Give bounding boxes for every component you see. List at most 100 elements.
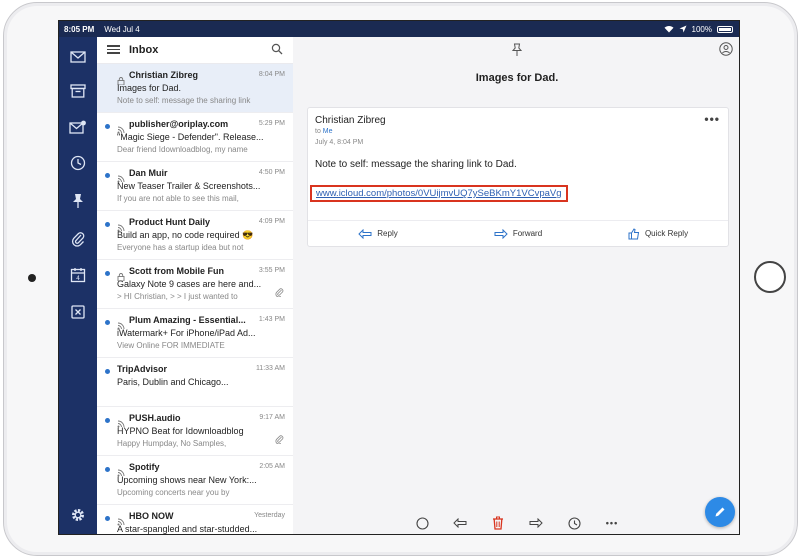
camera xyxy=(28,274,36,282)
compose-button[interactable] xyxy=(705,497,735,527)
list-item-subject: Images for Dad. xyxy=(117,83,182,93)
unread-mail-icon[interactable] xyxy=(68,117,88,137)
reply-icon xyxy=(453,518,467,528)
snooze-button[interactable] xyxy=(566,515,582,531)
clock-icon xyxy=(567,516,581,530)
more-icon[interactable]: ••• xyxy=(704,112,720,126)
list-item-preview: Happy Humpday, No Samples, xyxy=(117,439,227,448)
list-item-sender: Dan Muir xyxy=(129,168,168,178)
settings-icon[interactable] xyxy=(68,505,88,525)
list-item-time: 4:50 PM xyxy=(258,169,285,176)
list-item[interactable]: Scott from Mobile Fun 3:55 PM Galaxy Note … xyxy=(97,260,293,309)
list-item[interactable]: TripAdvisor 11:33 AM Paris, Dublin and Chi… xyxy=(97,358,293,407)
forward-button[interactable]: Forward xyxy=(448,221,588,246)
calendar-icon[interactable]: 4 xyxy=(68,265,88,285)
unread-dot xyxy=(105,173,110,178)
message-body: Note to self: message the sharing link t… xyxy=(315,159,517,170)
mark-read-button[interactable] xyxy=(414,515,430,531)
list-item[interactable]: Plum Amazing - Essential... 1:43 PM iWater… xyxy=(97,309,293,358)
unread-dot xyxy=(105,516,110,521)
more-actions-button[interactable]: ••• xyxy=(604,515,620,531)
trash-icon xyxy=(493,516,503,530)
screen: 8:05 PM Wed Jul 4 100% 4 Inbox Christian… xyxy=(58,20,740,535)
recipient: to Me xyxy=(315,128,333,135)
reply-toolbar-button[interactable] xyxy=(452,515,468,531)
list-item-preview: Dear friend Idownloadblog, my name xyxy=(117,145,248,154)
list-item-time: Yesterday xyxy=(254,512,285,519)
clock-icon[interactable] xyxy=(68,153,88,173)
recipient-name[interactable]: Me xyxy=(323,128,333,135)
rss-icon xyxy=(117,121,125,134)
list-item[interactable]: Product Hunt Daily 4:09 PM Build an app, n… xyxy=(97,211,293,260)
quick-reply-button[interactable]: Quick Reply xyxy=(588,221,728,246)
icloud-link[interactable]: www.icloud.com/photos/0VUijmvUQ7ySeBKmY1… xyxy=(310,185,568,202)
list-item-preview: If you are not able to see this mail, xyxy=(117,194,239,203)
list-item-subject: New Teaser Trailer & Screenshots... xyxy=(117,181,261,191)
status-date: Wed Jul 4 xyxy=(104,24,140,34)
lock-icon xyxy=(117,268,125,282)
attachment-icon[interactable] xyxy=(68,229,88,249)
list-item-time: 5:29 PM xyxy=(258,120,285,127)
delete-button[interactable] xyxy=(490,515,506,531)
list-item-subject: Build an app, no code required 😎 xyxy=(117,230,254,240)
list-item[interactable]: Christian Zibreg 8:04 PM Images for Dad. No… xyxy=(97,64,293,113)
list-item-sender: Christian Zibreg xyxy=(129,70,199,80)
list-item-subject: Upcoming shows near New York:... xyxy=(117,475,257,485)
battery-icon xyxy=(717,25,733,33)
list-item-subject: A star-spangled and star-studded... xyxy=(117,524,258,534)
sidebar: 4 xyxy=(59,37,97,534)
list-item[interactable]: HBO NOW Yesterday A star-spangled and star… xyxy=(97,505,293,534)
spam-icon[interactable] xyxy=(68,302,88,322)
pin-icon[interactable] xyxy=(68,191,88,211)
forward-icon xyxy=(529,518,543,528)
reply-button[interactable]: Reply xyxy=(308,221,448,246)
list-item-time: 11:33 AM xyxy=(255,365,285,372)
menu-icon[interactable] xyxy=(107,45,120,54)
unread-dot xyxy=(105,222,110,227)
lock-icon xyxy=(117,72,125,86)
circle-icon xyxy=(415,516,429,530)
home-button[interactable] xyxy=(754,261,786,293)
more-icon: ••• xyxy=(605,518,619,528)
list-item[interactable]: Dan Muir 4:50 PM New Teaser Trailer & Scre… xyxy=(97,162,293,211)
message-detail: Images for Dad. Christian Zibreg to Me J… xyxy=(293,37,739,534)
list-item-time: 2:05 AM xyxy=(259,463,285,470)
list-item[interactable]: PUSH.audio 9:17 AM HYPNO Beat for Idownloa… xyxy=(97,407,293,456)
thumbs-up-icon xyxy=(628,227,640,239)
message-card: Christian Zibreg to Me July 4, 8:04 PM •… xyxy=(307,107,729,247)
list-item-sender: Scott from Mobile Fun xyxy=(129,266,224,276)
list-item-sender: HBO NOW xyxy=(129,511,174,521)
attachment-icon xyxy=(275,431,284,445)
list-item-subject: "Magic Siege - Defender". Release... xyxy=(117,132,264,142)
list-item-subject: HYPNO Beat for Idownloadblog xyxy=(117,426,244,436)
list-item-time: 1:43 PM xyxy=(258,316,285,323)
mail-icon[interactable] xyxy=(68,47,88,67)
bottom-toolbar: ••• xyxy=(293,510,739,534)
list-item[interactable]: publisher@oriplay.com 5:29 PM "Magic Siege… xyxy=(97,113,293,162)
list-item-subject: iWatermark+ For iPhone/iPad Ad... xyxy=(117,328,256,338)
add-contact-icon[interactable] xyxy=(719,42,733,56)
attachment-icon xyxy=(275,284,284,298)
list-item-preview: Note to self: message the sharing link xyxy=(117,96,251,105)
message-date: July 4, 8:04 PM xyxy=(315,139,364,146)
list-item-sender: Spotify xyxy=(129,462,160,472)
forward-icon xyxy=(494,228,508,239)
list-item-sender: TripAdvisor xyxy=(117,364,168,374)
pin-icon[interactable] xyxy=(511,43,523,57)
pencil-icon xyxy=(715,507,725,517)
location-icon xyxy=(679,25,687,33)
list-item-subject: Paris, Dublin and Chicago... xyxy=(117,377,229,387)
rss-icon xyxy=(117,170,125,183)
message-actions: Reply Forward Quick Reply xyxy=(308,220,728,246)
sender-name: Christian Zibreg xyxy=(315,115,386,126)
unread-dot xyxy=(105,124,110,129)
list-item-sender: Plum Amazing - Essential... xyxy=(129,315,246,325)
archive-icon[interactable] xyxy=(68,81,88,101)
list-item-preview: > HI Christian, > > I just wanted to xyxy=(117,292,238,301)
list-header: Inbox xyxy=(97,37,293,64)
search-icon[interactable] xyxy=(271,43,283,55)
forward-toolbar-button[interactable] xyxy=(528,515,544,531)
list-item[interactable]: Spotify 2:05 AM Upcoming shows near New Yo… xyxy=(97,456,293,505)
list-item-preview: Upcoming concerts near you by xyxy=(117,488,230,497)
unread-dot xyxy=(105,418,110,423)
